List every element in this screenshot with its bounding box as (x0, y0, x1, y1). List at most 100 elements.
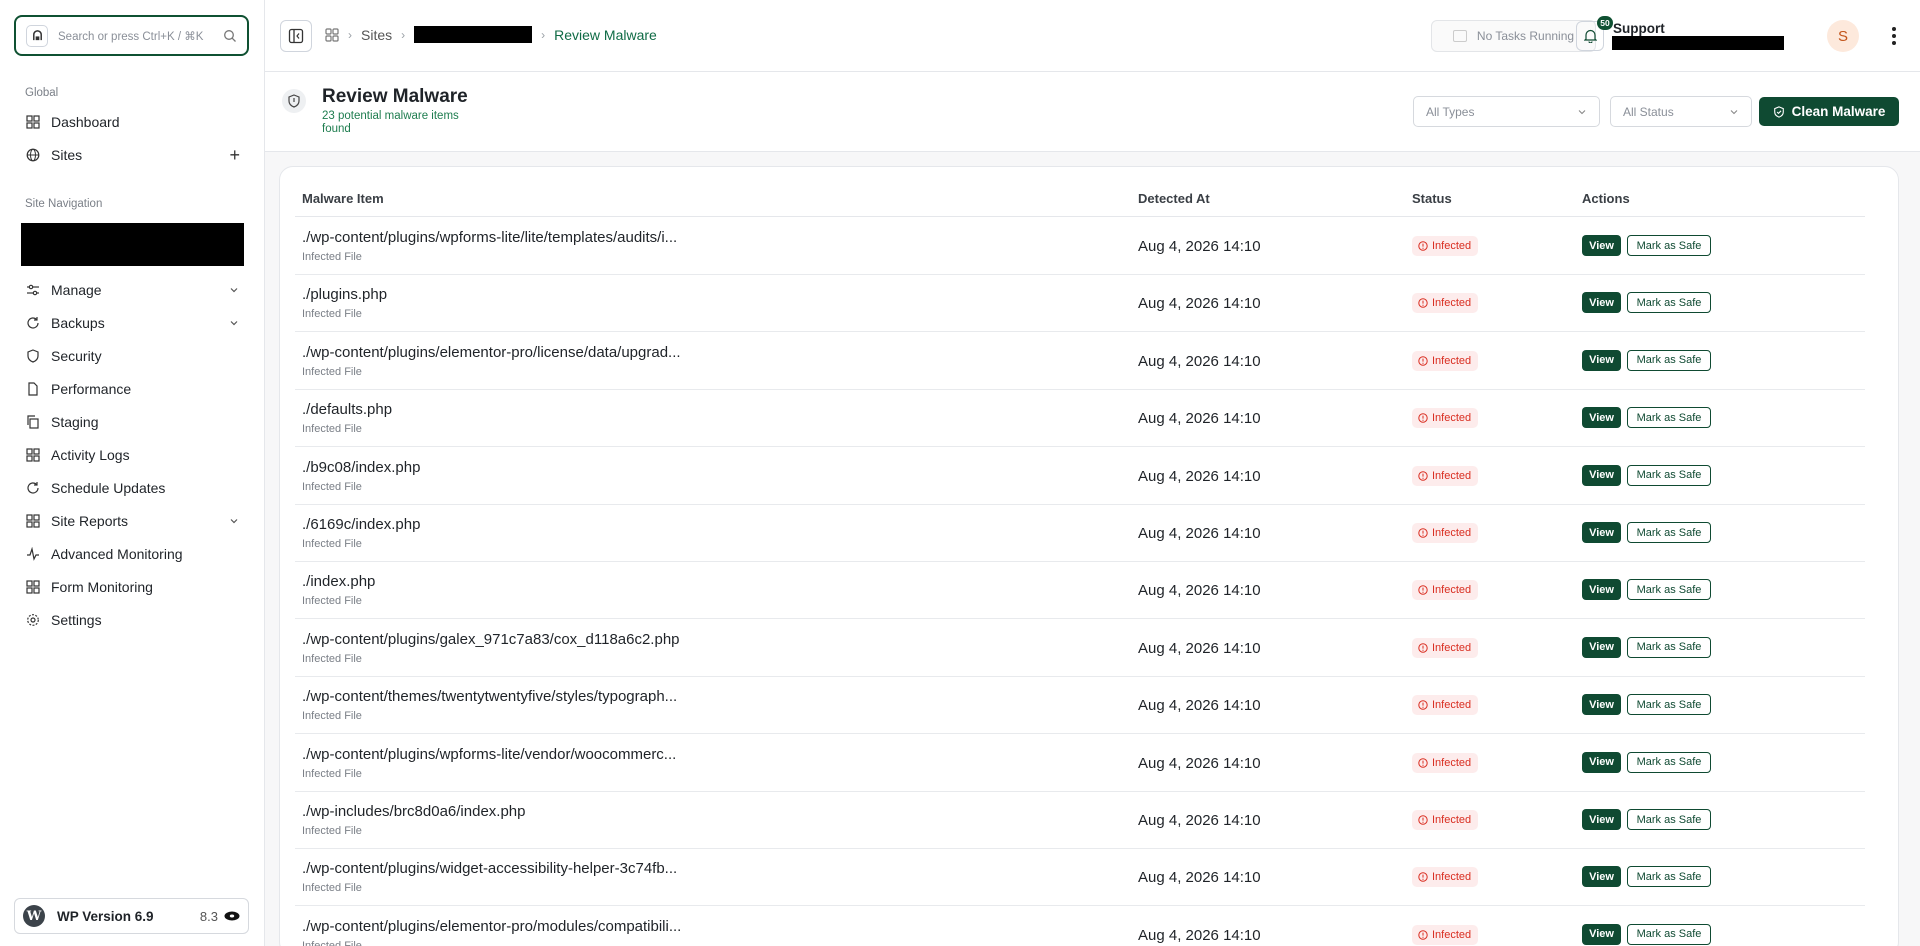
mark-as-safe-button[interactable]: Mark as Safe (1627, 235, 1711, 256)
search-placeholder: Search or press Ctrl+K / ⌘K (58, 30, 204, 43)
sidebar-item-staging[interactable]: Staging (25, 410, 240, 434)
view-button[interactable]: View (1582, 694, 1621, 716)
mark-as-safe-button[interactable]: Mark as Safe (1627, 579, 1711, 601)
mark-as-safe-button[interactable]: Mark as Safe (1627, 694, 1711, 716)
detected-at: Aug 4, 2026 14:10 (1138, 525, 1261, 542)
sidebar-item-settings[interactable]: Settings (25, 608, 240, 632)
view-button[interactable]: View (1582, 866, 1621, 888)
status-filter-select[interactable]: All Status (1610, 96, 1752, 127)
alert-circle-icon (1418, 757, 1428, 768)
sidebar-item-security[interactable]: Security (25, 344, 240, 368)
chevron-down-icon (230, 519, 238, 524)
view-button[interactable]: View (1582, 407, 1621, 429)
mark-as-safe-button[interactable]: Mark as Safe (1627, 522, 1711, 543)
sidebar-item-backups[interactable]: Backups (25, 311, 240, 335)
sidebar-item-dashboard[interactable]: Dashboard (25, 110, 240, 134)
globe-icon (25, 147, 41, 163)
view-button[interactable]: View (1582, 923, 1621, 945)
clean-malware-button[interactable]: Clean Malware (1759, 97, 1899, 126)
tasks-status[interactable]: No Tasks Running (1431, 20, 1596, 52)
status-badge: Infected (1412, 695, 1479, 716)
sidebar-item-site-reports[interactable]: Site Reports (25, 509, 240, 533)
table-row: ./b9c08/index.php Infected File Aug 4, 202… (295, 448, 1865, 505)
status-badge: Infected (1412, 523, 1479, 543)
avatar[interactable]: S (1827, 20, 1859, 52)
malware-item-path: ./wp-includes/brc8d0a6/index.php (302, 803, 526, 820)
more-options-icon[interactable] (1885, 22, 1903, 50)
site-selector[interactable] (21, 223, 244, 266)
alert-circle-icon (1418, 815, 1428, 825)
mark-as-safe-button[interactable]: Mark as Safe (1627, 349, 1711, 371)
status-label: Infected (1432, 527, 1472, 539)
detected-at: Aug 4, 2026 14:10 (1138, 639, 1261, 657)
type-filter-select[interactable]: All Types (1413, 96, 1600, 127)
malware-item-type: Infected File (302, 825, 362, 837)
search-icon[interactable] (223, 29, 237, 43)
tasks-icon (1452, 30, 1467, 42)
view-button[interactable]: View (1582, 522, 1621, 543)
shield-icon (25, 348, 41, 364)
sidebar-item-advanced-monitoring[interactable]: Advanced Monitoring (25, 542, 240, 566)
malware-item-type: Infected File (302, 538, 362, 550)
add-site-icon[interactable]: + (229, 145, 240, 166)
top-bar: › Sites › › Review Malware No Tasks Runn… (265, 0, 1920, 72)
alert-circle-icon (1418, 470, 1428, 481)
table-header: Malware Item Detected At Status Actions (295, 189, 1865, 217)
malware-item-path: ./b9c08/index.php (302, 458, 421, 476)
column-header-status: Status (1412, 191, 1452, 206)
table-row: ./wp-includes/brc8d0a6/index.php Infected… (295, 792, 1865, 849)
mark-as-safe-button[interactable]: Mark as Safe (1627, 923, 1711, 945)
mark-as-safe-button[interactable]: Mark as Safe (1627, 292, 1711, 314)
alert-circle-icon (1418, 700, 1428, 710)
status-label: Infected (1432, 756, 1472, 769)
user-email (1612, 36, 1784, 50)
page-header: Review Malware 23 potential malware item… (265, 72, 1920, 152)
status-label: Infected (1432, 699, 1472, 712)
mark-as-safe-button[interactable]: Mark as Safe (1627, 809, 1711, 830)
sidebar-item-schedule-updates[interactable]: Schedule Updates (25, 476, 240, 500)
status-label: Infected (1432, 584, 1472, 597)
mark-as-safe-button[interactable]: Mark as Safe (1627, 407, 1711, 429)
mark-as-safe-button[interactable]: Mark as Safe (1627, 751, 1711, 773)
view-button[interactable]: View (1582, 349, 1621, 371)
wp-version-label: WP Version 6.9 (57, 908, 154, 924)
detected-at: Aug 4, 2026 14:10 (1138, 754, 1261, 772)
status-badge: Infected (1412, 637, 1479, 658)
view-button[interactable]: View (1582, 292, 1621, 314)
detected-at: Aug 4, 2026 14:10 (1138, 926, 1261, 944)
status-badge: Infected (1412, 580, 1479, 601)
gear-icon (25, 612, 41, 628)
toggle-sidebar-button[interactable] (280, 20, 312, 52)
apps-icon[interactable] (325, 27, 339, 42)
detected-at: Aug 4, 2026 14:10 (1138, 582, 1261, 600)
user-name: Support (1613, 21, 1665, 36)
table-row: ./wp-content/plugins/elementor-pro/modul… (295, 907, 1865, 946)
wordpress-logo-icon: W (23, 905, 45, 927)
breadcrumb-sites[interactable]: Sites (361, 27, 392, 43)
view-button[interactable]: View (1582, 751, 1621, 773)
malware-item-type: Infected File (302, 423, 362, 436)
breadcrumb-site[interactable] (414, 26, 533, 43)
search-input[interactable]: Search or press Ctrl+K / ⌘K (14, 15, 249, 56)
sidebar-item-activity-logs[interactable]: Activity Logs (25, 443, 240, 467)
mark-as-safe-button[interactable]: Mark as Safe (1627, 636, 1711, 658)
sidebar-item-manage[interactable]: Manage (25, 278, 240, 302)
view-button[interactable]: View (1582, 464, 1621, 486)
view-button[interactable]: View (1582, 636, 1621, 658)
view-button[interactable]: View (1582, 809, 1621, 830)
sidebar-item-form-monitoring[interactable]: Form Monitoring (25, 575, 240, 599)
sidebar-item-label: Performance (51, 381, 132, 397)
status-label: Infected (1432, 240, 1472, 252)
sidebar-item-sites[interactable]: Sites + (25, 143, 240, 167)
view-button[interactable]: View (1582, 579, 1621, 601)
document-icon (25, 381, 41, 397)
detected-at: Aug 4, 2026 14:10 (1138, 352, 1261, 370)
view-button[interactable]: View (1582, 235, 1621, 256)
sidebar-item-label: Site Reports (51, 513, 129, 529)
clean-malware-label: Clean Malware (1791, 104, 1886, 119)
mark-as-safe-button[interactable]: Mark as Safe (1627, 464, 1711, 486)
malware-item-type: Infected File (302, 365, 362, 378)
mark-as-safe-button[interactable]: Mark as Safe (1627, 866, 1711, 888)
grid-icon (25, 447, 41, 463)
sidebar-item-performance[interactable]: Performance (25, 377, 240, 401)
